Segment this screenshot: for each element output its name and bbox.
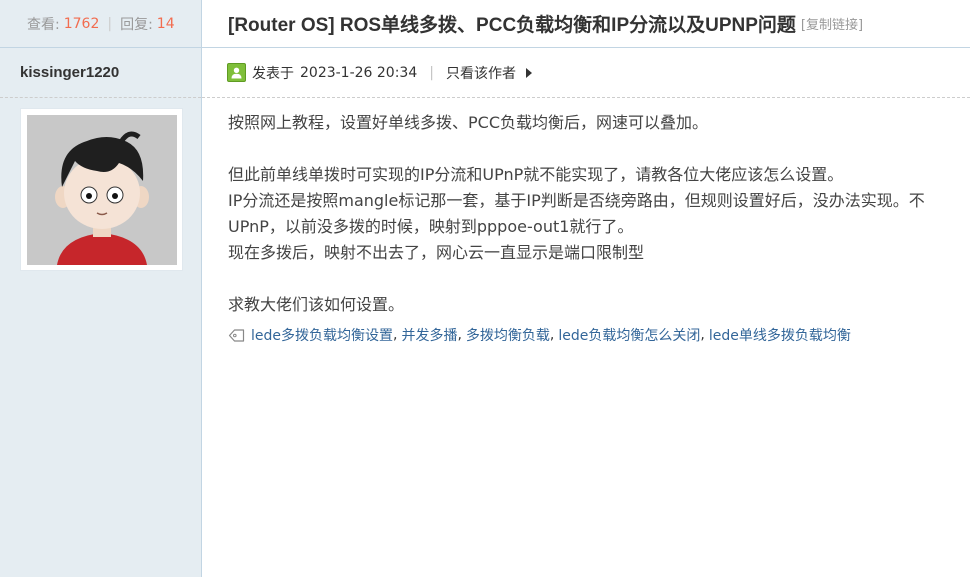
tag-list: lede多拨负载均衡设置 , 并发多播 , 多拨均衡负载 , lede负载均衡怎… [228, 325, 851, 345]
post-meta: 发表于 2023-1-26 20:34 | 只看该作者 [202, 48, 970, 98]
replies-count: 14 [156, 15, 175, 32]
meta-divider: | [429, 64, 434, 81]
thread-page: 查看: 1762 | 回复: 14 kissinger1220 [Router … [0, 0, 970, 577]
copy-link-button[interactable]: [复制链接] [801, 14, 863, 33]
only-author-link[interactable]: 只看该作者 [446, 63, 516, 83]
post-line: 按照网上教程，设置好单线多拨、PCC负载均衡后，网速可以叠加。 [228, 113, 708, 132]
post-line: 但此前单线单拨时可实现的IP分流和UPnP就不能实现了，请教各位大佬应该怎么设置… [228, 165, 844, 184]
author-row: kissinger1220 [0, 48, 201, 98]
tag-link[interactable]: 并发多播 [401, 325, 457, 345]
tag-icon [228, 328, 245, 343]
views-label: 查看: [27, 16, 60, 33]
avatar-cartoon-icon [27, 115, 177, 265]
replies-label: 回复: [120, 16, 153, 33]
post-line: UPnP，以前没多拨的时候，映射到pppoe-out1就行了。 [228, 217, 634, 236]
tag-separator: , [549, 327, 555, 343]
stats-divider: | [107, 15, 113, 32]
post-line: IP分流还是按照mangle标记那一套，基于IP判断是否绕旁路由，但规则设置好后… [228, 191, 925, 210]
post-content: 按照网上教程，设置好单线多拨、PCC负载均衡后，网速可以叠加。 但此前单线单拨时… [228, 110, 970, 318]
post-line [228, 266, 970, 292]
tag-link[interactable]: lede负载均衡怎么关闭 [558, 325, 700, 345]
tag-separator: , [700, 327, 705, 343]
author-name-link[interactable]: kissinger1220 [20, 64, 119, 81]
posted-label: 发表于 [252, 65, 294, 82]
tag-separator: , [393, 327, 398, 343]
tag-link[interactable]: 多拨均衡负载 [466, 325, 550, 345]
tag-link[interactable]: lede多拨负载均衡设置 [251, 325, 393, 345]
arrow-right-icon[interactable] [525, 67, 532, 78]
tag-link[interactable]: lede单线多拨负载均衡 [709, 325, 851, 345]
post-sidebar: 查看: 1762 | 回复: 14 kissinger1220 [0, 0, 202, 577]
post-line: 求教大佬们该如何设置。 [228, 295, 405, 314]
post-line: 现在多拨后，映射不出去了，网心云一直显示是端口限制型 [228, 243, 645, 262]
avatar[interactable] [20, 108, 183, 271]
thread-title: [Router OS] ROS单线多拨、PCC负载均衡和IP分流以及UPNP问题 [228, 15, 796, 36]
post-line [228, 136, 970, 162]
tag-separator: , [457, 327, 462, 343]
thread-stats: 查看: 1762 | 回复: 14 [0, 0, 201, 48]
posted-time: 2023-1-26 20:34 [300, 64, 418, 81]
views-count: 1762 [63, 15, 100, 32]
thread-title-row: [Router OS] ROS单线多拨、PCC负载均衡和IP分流以及UPNP问题… [202, 0, 970, 48]
online-status-icon [227, 63, 246, 82]
post-main: [Router OS] ROS单线多拨、PCC负载均衡和IP分流以及UPNP问题… [202, 0, 970, 577]
